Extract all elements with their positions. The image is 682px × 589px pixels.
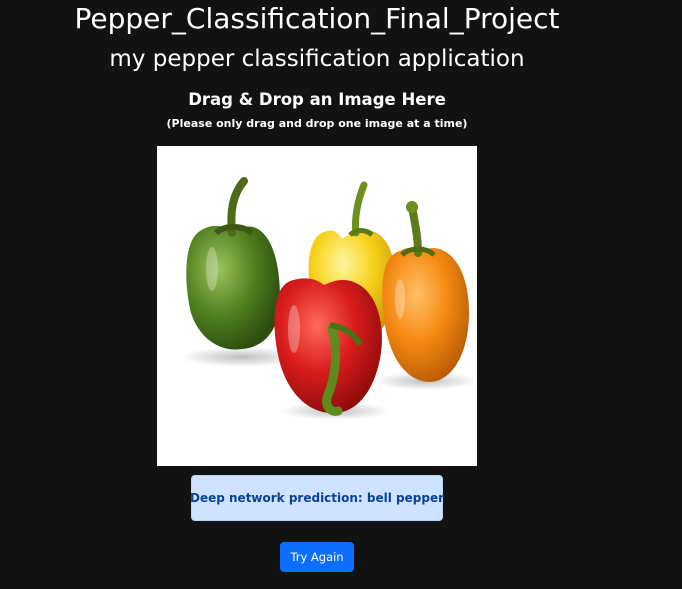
page-subtitle: my pepper classification application (109, 46, 525, 72)
prediction-alert: Deep network prediction: bell pepper (190, 475, 445, 521)
app-page: Pepper_Classification_Final_Project my p… (0, 0, 682, 589)
prediction-text: Deep network prediction: bell pepper (190, 491, 445, 505)
drop-heading: Drag & Drop an Image Here (188, 90, 446, 109)
page-title: Pepper_Classification_Final_Project (74, 2, 560, 35)
uploaded-pepper-image (160, 149, 474, 463)
image-drop-zone[interactable] (157, 146, 477, 466)
drop-instruction-note: (Please only drag and drop one image at … (166, 117, 468, 130)
try-again-button[interactable]: Try Again (280, 542, 354, 572)
